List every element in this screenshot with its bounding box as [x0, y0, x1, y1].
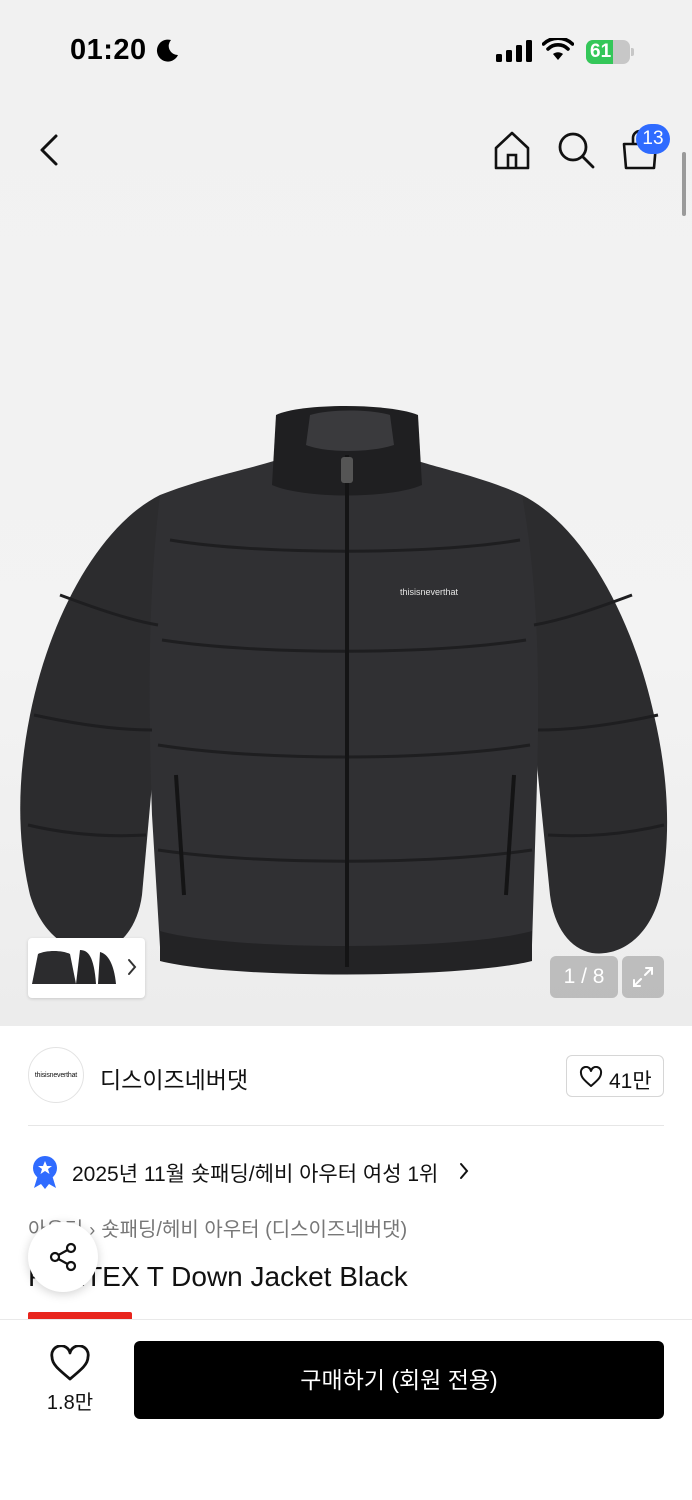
brand-logo[interactable]: thisisneverthat — [28, 1047, 84, 1103]
moon-icon — [156, 39, 178, 62]
heart-icon[interactable] — [48, 1345, 92, 1383]
expand-button[interactable] — [622, 956, 664, 998]
wish-count: 1.8만 — [46, 1392, 94, 1414]
chevron-right-icon — [460, 1163, 469, 1179]
share-icon — [49, 1242, 77, 1272]
product-gallery[interactable]: thisisneverthat 1 / 8 — [0, 100, 692, 1026]
search-icon[interactable] — [554, 128, 598, 172]
signal-icon — [496, 40, 532, 62]
thumbnail-strip[interactable] — [28, 938, 145, 998]
home-icon[interactable] — [490, 128, 534, 172]
chevron-right-icon — [128, 959, 137, 975]
back-button[interactable] — [30, 128, 70, 172]
buy-button[interactable]: 구매하기 (회원 전용) — [134, 1341, 664, 1419]
scroll-indicator — [682, 152, 686, 216]
ranking-link[interactable]: 2025년 11월 숏패딩/헤비 아우터 여성 1위 — [72, 1158, 438, 1188]
brand-name[interactable]: 디스이즈네버댓 — [100, 1061, 248, 1095]
battery-indicator: 61 — [586, 40, 634, 64]
brand-like-count: 41만 — [609, 1070, 652, 1093]
gallery-page-counter: 1 / 8 — [550, 956, 618, 998]
ranking-badge-icon — [33, 1156, 57, 1189]
heart-icon — [579, 1066, 603, 1087]
brand-like-button[interactable]: 41만 — [566, 1055, 664, 1097]
wifi-icon — [542, 38, 574, 60]
battery-level: 61 — [590, 41, 612, 62]
divider — [28, 1125, 664, 1126]
expand-icon — [633, 967, 653, 987]
share-button[interactable] — [28, 1222, 98, 1292]
status-time: 01:20 — [70, 34, 147, 66]
jacket-logo: thisisneverthat — [400, 587, 459, 597]
product-image: thisisneverthat — [20, 406, 668, 975]
thumbnail-images — [32, 950, 116, 984]
breadcrumb-item-category[interactable]: 숏패딩/헤비 아우터 (디스이즈네버댓) — [101, 1219, 407, 1241]
status-bar: 01:20 61 — [0, 0, 692, 100]
cart-count-badge: 13 — [636, 124, 670, 154]
